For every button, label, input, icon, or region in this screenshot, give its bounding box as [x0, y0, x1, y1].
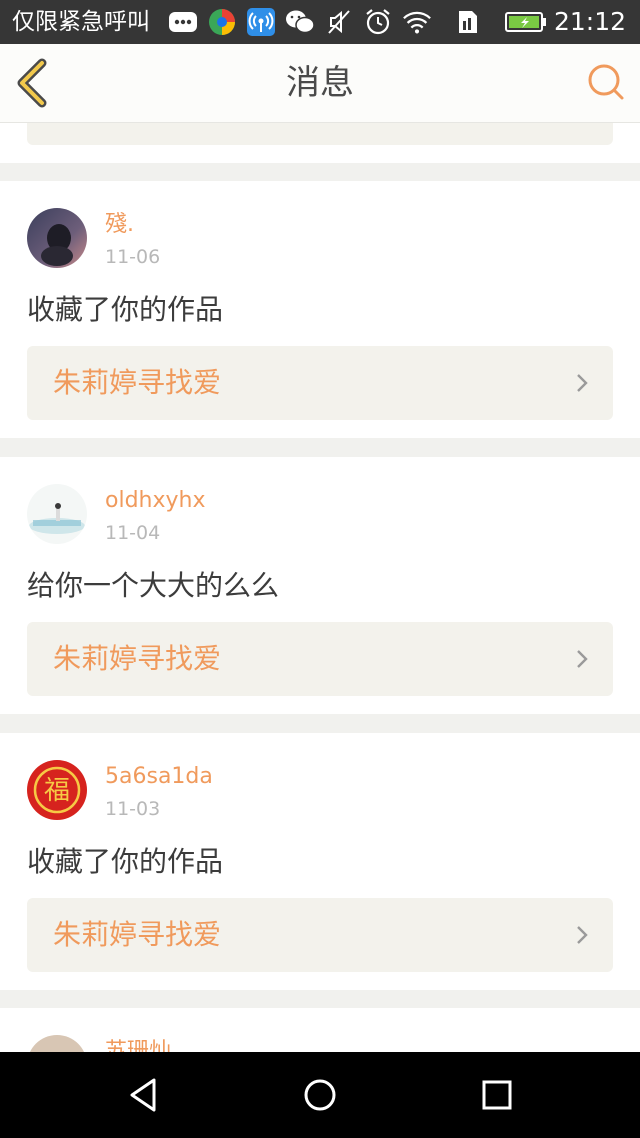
work-title: 朱莉婷寻找爱 — [53, 918, 222, 951]
clock: 21:12 — [553, 7, 626, 36]
avatar[interactable]: 福 — [27, 760, 87, 820]
work-title: 朱莉婷寻找爱 — [53, 366, 222, 399]
message-card: 福 5a6sa1da 11-03 收藏了你的作品 朱莉婷寻找爱 — [0, 733, 640, 990]
search-button[interactable] — [586, 62, 626, 102]
message-text: 收藏了你的作品 — [27, 845, 224, 878]
work-link-partial[interactable] — [27, 123, 613, 145]
chevron-right-icon — [577, 374, 588, 392]
sim-icon — [453, 7, 483, 37]
chevron-right-icon — [577, 650, 588, 668]
username[interactable]: oldhxyhx — [105, 487, 205, 515]
avatar[interactable] — [27, 1035, 87, 1052]
mute-icon — [324, 7, 354, 37]
username[interactable]: 殘. — [105, 211, 134, 239]
hotspot-icon — [246, 7, 276, 37]
battery-icon — [504, 7, 548, 37]
avatar-fu-char: 福 — [44, 776, 70, 806]
message-card: 殘. 11-06 收藏了你的作品 朱莉婷寻找爱 — [0, 181, 640, 438]
message-date: 11-04 — [105, 522, 161, 544]
nav-home-icon[interactable] — [297, 1072, 343, 1118]
status-icons — [168, 6, 548, 38]
work-link[interactable]: 朱莉婷寻找爱 — [27, 346, 613, 420]
work-link[interactable]: 朱莉婷寻找爱 — [27, 622, 613, 696]
nav-back-icon[interactable] — [122, 1072, 168, 1118]
message-card-partial — [0, 123, 640, 163]
carrier-text: 仅限紧急呼叫 — [12, 9, 150, 35]
avatar[interactable] — [27, 208, 87, 268]
search-icon — [588, 64, 624, 100]
message-card: oldhxyhx 11-04 给你一个大大的么么 朱莉婷寻找爱 — [0, 457, 640, 714]
message-text: 给你一个大大的么么 — [27, 569, 280, 602]
message-date: 11-03 — [105, 798, 161, 820]
work-title: 朱莉婷寻找爱 — [53, 642, 222, 675]
wechat-icon — [285, 7, 315, 37]
alarm-icon — [363, 7, 393, 37]
message-date: 11-06 — [105, 246, 161, 268]
message-icon — [168, 7, 198, 37]
status-bar: 仅限紧急呼叫 21:12 — [0, 0, 640, 44]
nav-recents-icon[interactable] — [474, 1072, 520, 1118]
avatar[interactable] — [27, 484, 87, 544]
chevron-right-icon — [577, 926, 588, 944]
page-title: 消息 — [286, 63, 354, 103]
title-bar: 消息 — [0, 44, 640, 123]
navigation-bar — [0, 1052, 640, 1138]
username[interactable]: 5a6sa1da — [105, 763, 213, 791]
message-card-partial: 苏珊灿 — [0, 1008, 640, 1052]
message-text: 收藏了你的作品 — [27, 293, 224, 326]
wifi-icon — [402, 7, 432, 37]
work-link[interactable]: 朱莉婷寻找爱 — [27, 898, 613, 972]
message-list[interactable]: 殘. 11-06 收藏了你的作品 朱莉婷寻找爱 oldhxyhx 11-04 给… — [0, 123, 640, 1052]
app-icon — [207, 7, 237, 37]
username[interactable]: 苏珊灿 — [105, 1038, 171, 1052]
